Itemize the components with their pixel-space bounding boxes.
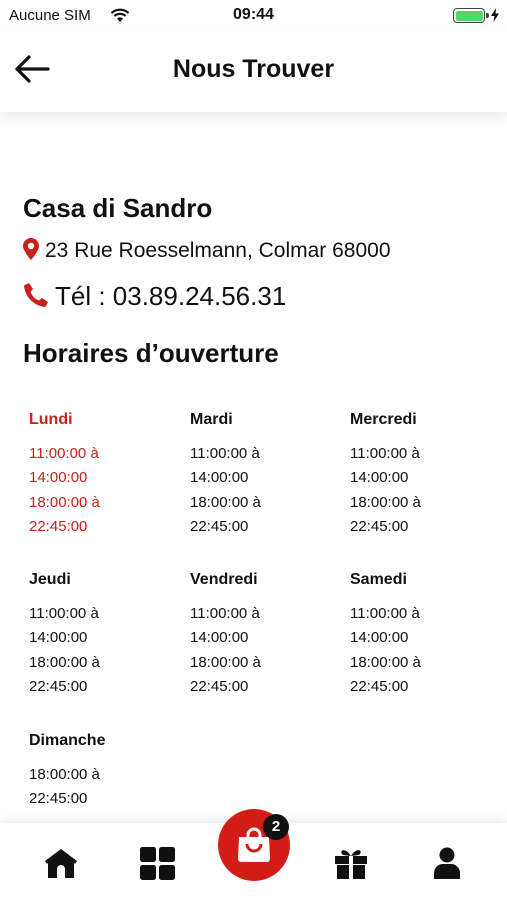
day-time-line: 22:45:00 [190,677,249,695]
phone-text: Tél : 03.89.24.56.31 [55,281,287,311]
clock: 09:44 [233,6,274,23]
day-name: Vendredi [190,571,258,588]
gift-icon [335,850,367,879]
battery-level [455,10,483,21]
day-time-line: 14:00:00 [190,629,249,647]
day-hours-dimanche: Dimanche 18:00:00 à 22:45:00 [29,731,179,812]
day-name: Mardi [190,411,233,428]
page-title: Nous Trouver [172,55,335,83]
day-time-line: 22:45:00 [190,517,249,535]
day-hours-samedi: Samedi 11:00:00 à 14:00:00 18:00:00 à 22:45:… [350,570,500,699]
day-time-line: 14:00:00 [190,469,249,487]
address[interactable]: 23 Rue Roesselmann, Colmar 68000 [23,238,391,266]
day-hours-mercredi: Mercredi 11:00:00 à 14:00:00 18:00:00 à 22:4… [350,410,500,539]
day-time-line: 18:00:00 à [29,493,100,511]
battery-icon [453,8,489,23]
day-name: Jeudi [29,571,71,588]
grid-icon [140,847,175,880]
day-time-line: 22:45:00 [350,677,409,695]
status-bar: Aucune SIM 09:44 [0,0,507,30]
day-name: Dimanche [29,732,106,749]
day-hours-vendredi: Vendredi 11:00:00 à 14:00:00 18:00:00 à 22:4… [190,570,340,699]
day-hours-mardi: Mardi 11:00:00 à 14:00:00 18:00:00 à 22:45:0… [190,410,340,539]
day-time-line: 11:00:00 à [29,605,99,622]
day-time-line: 14:00:00 [350,629,409,647]
restaurant-name: Casa di Sandro [23,193,213,223]
day-time-line: 18:00:00 à [190,653,261,671]
home-icon [45,849,77,878]
phone-icon [23,282,49,315]
day-time-line: 11:00:00 à [350,445,420,462]
day-time-line: 11:00:00 à [190,445,260,462]
app-header: Nous Trouver [0,30,507,112]
day-time-line: 18:00:00 à [190,493,261,511]
charging-icon [491,8,499,27]
user-icon [434,847,460,879]
day-name: Mercredi [350,411,417,428]
day-time-line: 11:00:00 à [350,605,420,622]
day-time-line: 11:00:00 à [29,445,99,462]
day-time-line: 18:00:00 à [350,653,421,671]
day-time-line: 14:00:00 [29,469,88,487]
day-time-line: 11:00:00 à [190,605,260,622]
day-time-line: 14:00:00 [350,469,409,487]
map-pin-icon [23,238,39,266]
day-time-line: 18:00:00 à [350,493,421,511]
day-time-line: 22:45:00 [29,677,88,695]
day-time-line: 18:00:00 à [29,653,100,671]
day-time-line: 14:00:00 [29,629,88,647]
nav-profile[interactable] [427,843,467,883]
day-hours-jeudi: Jeudi 11:00:00 à 14:00:00 18:00:00 à 22:45:0… [29,570,179,699]
day-hours-lundi: Lundi 11:00:00 à 14:00:00 18:00:00 à 22:45:0… [29,410,179,539]
phone[interactable]: Tél : 03.89.24.56.31 [23,281,286,315]
day-time-line: 22:45:00 [29,790,88,808]
day-time-line: 18:00:00 à [29,766,100,783]
day-name: Lundi [29,411,73,428]
cart-count-badge: 2 [263,814,289,840]
address-text: 23 Rue Roesselmann, Colmar 68000 [45,239,391,262]
day-name: Samedi [350,571,407,588]
opening-hours-title: Horaires d’ouverture [23,338,279,368]
day-time-line: 22:45:00 [29,517,88,535]
nav-home[interactable] [41,843,81,883]
nav-menu[interactable] [137,843,177,883]
nav-rewards[interactable] [331,843,371,883]
day-time-line: 22:45:00 [350,517,409,535]
